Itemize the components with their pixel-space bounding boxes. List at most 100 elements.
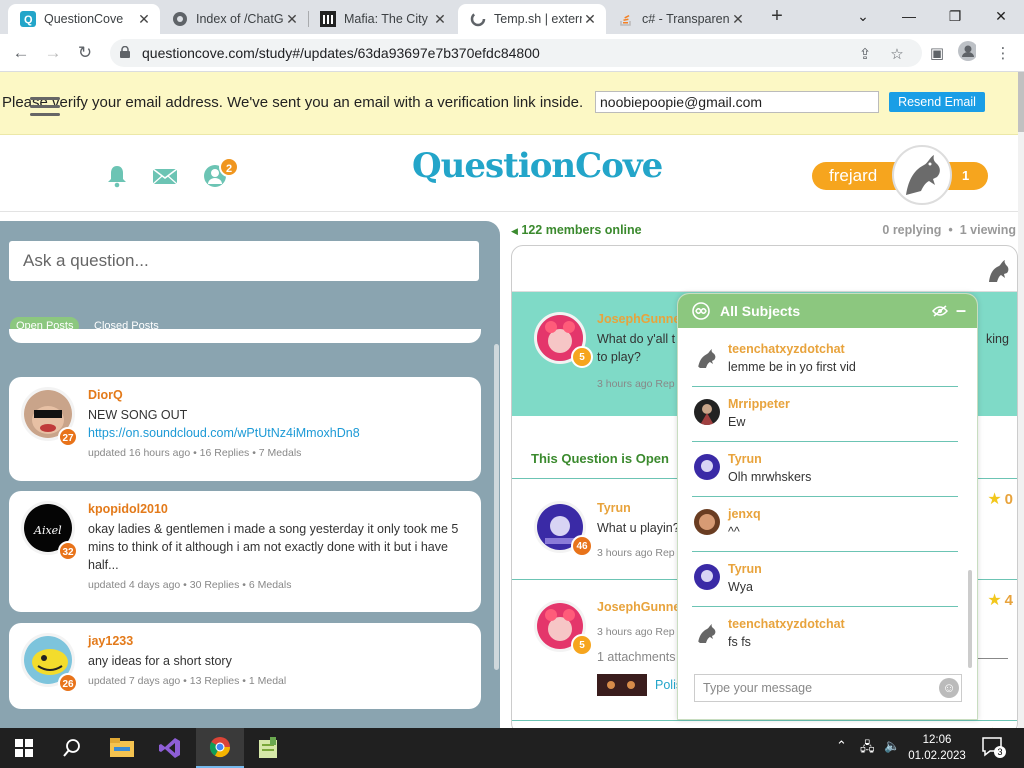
level-badge: 32 bbox=[58, 541, 78, 561]
reload-icon[interactable]: ↻ bbox=[74, 42, 96, 64]
post-author[interactable]: kpopidol2010 bbox=[88, 502, 168, 516]
emoji-icon[interactable]: ☺ bbox=[939, 678, 959, 698]
post-link[interactable]: https://on.soundcloud.com/wPtUtNz4iMmoxh… bbox=[88, 424, 468, 442]
tab-csharp[interactable]: c# - Transparen ✕ bbox=[606, 4, 754, 34]
chevron-up-icon[interactable]: ⌃ bbox=[836, 738, 847, 754]
post-card[interactable]: 27 DiorQ NEW SONG OUT https://on.soundcl… bbox=[9, 377, 481, 481]
verify-email-banner: Please verify your email address. We've … bbox=[0, 72, 1018, 135]
loading-icon bbox=[470, 11, 486, 27]
post-card[interactable]: 26 jay1233 any ideas for a short story u… bbox=[9, 623, 481, 709]
clock-date: 01.02.2023 bbox=[908, 750, 966, 762]
medal-number: 0 bbox=[1004, 490, 1013, 508]
medal-count[interactable]: ★4 bbox=[987, 590, 1013, 610]
level-badge: 27 bbox=[58, 427, 78, 447]
chat-author[interactable]: Tyrun bbox=[728, 562, 762, 576]
members-online-text: 122 members online bbox=[521, 223, 642, 237]
tab-tempsh[interactable]: Temp.sh | extern ✕ bbox=[458, 4, 606, 34]
system-clock[interactable]: 12:06 01.02.2023 bbox=[908, 732, 966, 764]
reply-author[interactable]: JosephGunne bbox=[597, 600, 680, 614]
search-icon[interactable] bbox=[48, 728, 96, 768]
caret-left-icon: ◀ bbox=[511, 226, 518, 236]
medal-icon: ★ bbox=[987, 592, 1002, 609]
chat-message: teenchatxyzdotchat fs fs bbox=[692, 607, 958, 662]
chat-author[interactable]: Tyrun bbox=[728, 452, 762, 466]
level-badge: 5 bbox=[571, 346, 593, 368]
close-window-button[interactable]: ✕ bbox=[978, 0, 1024, 32]
tab-questioncove[interactable]: Q QuestionCove ✕ bbox=[8, 4, 160, 34]
page-scrollbar[interactable] bbox=[1018, 72, 1024, 728]
chat-message-input[interactable]: Type your message bbox=[694, 674, 962, 702]
close-tab-icon[interactable]: ✕ bbox=[582, 11, 598, 28]
site-header: 2 QuestionCove frejard 1 bbox=[0, 136, 1018, 212]
new-tab-button[interactable]: + bbox=[766, 6, 788, 28]
tab-search-chevron-icon[interactable]: ⌄ bbox=[840, 0, 886, 32]
resend-email-button[interactable]: Resend Email bbox=[889, 92, 985, 112]
chat-scrollbar[interactable] bbox=[968, 570, 972, 668]
ask-question-input[interactable]: Ask a question... bbox=[9, 241, 479, 281]
lock-icon bbox=[120, 46, 130, 58]
windows-start-icon[interactable] bbox=[0, 728, 48, 768]
chat-text: Olh mrwhskers bbox=[728, 470, 812, 484]
verify-message: Please verify your email address. We've … bbox=[2, 94, 584, 111]
close-tab-icon[interactable]: ✕ bbox=[432, 11, 448, 28]
tab-title: Mafia: The City bbox=[344, 12, 428, 26]
question-card-header bbox=[512, 246, 1017, 292]
post-card[interactable]: Aixel 32 kpopidol2010 okay ladies & gent… bbox=[9, 491, 481, 612]
stackoverflow-icon bbox=[618, 11, 634, 27]
network-icon[interactable]: 🖧 bbox=[860, 738, 875, 760]
chat-message: Tyrun Wya bbox=[692, 552, 958, 607]
close-tab-icon[interactable]: ✕ bbox=[284, 11, 300, 28]
avatar bbox=[694, 564, 720, 590]
close-tab-icon[interactable]: ✕ bbox=[136, 11, 152, 28]
reply-author[interactable]: Tyrun bbox=[597, 501, 631, 515]
chat-author[interactable]: teenchatxyzdotchat bbox=[728, 342, 845, 356]
chat-header[interactable]: All Subjects – bbox=[678, 294, 977, 328]
profile-icon[interactable] bbox=[958, 41, 976, 61]
file-explorer-icon[interactable] bbox=[98, 728, 146, 768]
mail-icon[interactable] bbox=[152, 164, 178, 188]
page-scrollbar-thumb[interactable] bbox=[1018, 72, 1024, 132]
avatar bbox=[694, 619, 720, 645]
minimize-chat-icon[interactable]: – bbox=[956, 300, 966, 321]
tab-mafia[interactable]: Mafia: The City ✕ bbox=[308, 4, 456, 34]
notification-bell-icon[interactable] bbox=[104, 164, 130, 188]
close-tab-icon[interactable]: ✕ bbox=[730, 11, 746, 28]
chrome-icon[interactable] bbox=[196, 728, 244, 768]
username: frejard bbox=[829, 166, 878, 185]
question-author[interactable]: JosephGunne bbox=[597, 312, 680, 326]
minimize-button[interactable]: — bbox=[886, 0, 932, 32]
back-arrow-icon[interactable]: ← bbox=[10, 42, 32, 64]
post-card-partial[interactable] bbox=[9, 329, 481, 343]
address-bar[interactable]: questioncove.com/study#/updates/63da9369… bbox=[110, 39, 922, 67]
share-icon[interactable]: ⇪ bbox=[856, 45, 874, 63]
maximize-button[interactable]: ❐ bbox=[932, 0, 978, 32]
forward-arrow-icon[interactable]: → bbox=[42, 42, 64, 64]
tab-index-chatg[interactable]: Index of /ChatG ✕ bbox=[160, 4, 308, 34]
dolphin-icon[interactable] bbox=[985, 254, 1013, 284]
attachment-thumbnail[interactable] bbox=[597, 674, 647, 696]
chat-text: Ew bbox=[728, 415, 746, 429]
posts-scrollbar[interactable] bbox=[494, 344, 499, 670]
user-avatar[interactable] bbox=[892, 145, 952, 205]
visual-studio-icon[interactable] bbox=[146, 728, 194, 768]
chat-author[interactable]: jenxq bbox=[728, 507, 761, 521]
avatar bbox=[694, 399, 720, 425]
reply-text: What u playin? bbox=[597, 521, 680, 535]
volume-icon[interactable]: 🔈 bbox=[884, 738, 900, 754]
email-field[interactable]: noobiepoopie@gmail.com bbox=[595, 91, 879, 113]
bookmark-star-icon[interactable]: ☆ bbox=[888, 45, 906, 63]
side-panel-icon[interactable]: ▣ bbox=[928, 44, 946, 62]
chat-author[interactable]: Mrrippeter bbox=[728, 397, 790, 411]
post-author[interactable]: jay1233 bbox=[88, 634, 133, 648]
post-author[interactable]: DiorQ bbox=[88, 388, 123, 402]
notifications-icon[interactable]: 3 bbox=[982, 737, 1006, 758]
post-text: NEW SONG OUT https://on.soundcloud.com/w… bbox=[88, 406, 468, 442]
kebab-menu-icon[interactable]: ⋮ bbox=[994, 44, 1012, 62]
level-badge: 26 bbox=[58, 673, 78, 693]
questioncove-logo[interactable]: QuestionCove bbox=[412, 146, 663, 186]
chat-author[interactable]: teenchatxyzdotchat bbox=[728, 617, 845, 631]
notepad-plus-icon[interactable] bbox=[244, 728, 292, 768]
eye-hidden-icon[interactable] bbox=[932, 305, 948, 317]
hamburger-menu-icon[interactable] bbox=[30, 97, 60, 119]
medal-count[interactable]: ★ 0 bbox=[987, 489, 1013, 509]
